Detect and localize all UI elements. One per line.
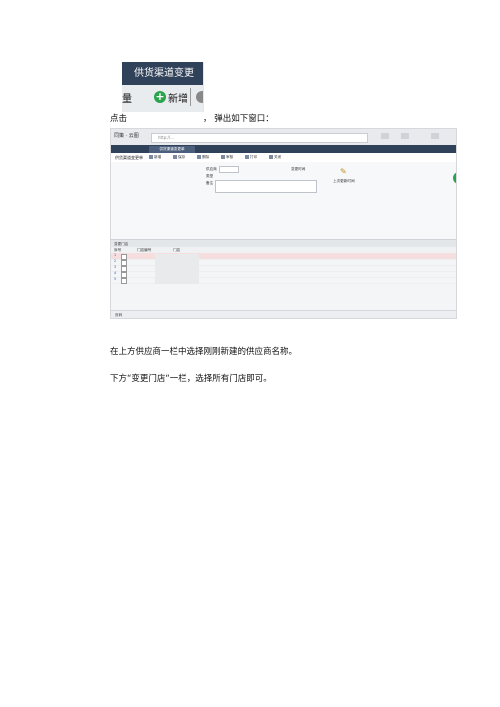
tool-add: 新增 [149, 155, 161, 160]
tool-delete: 删除 [197, 155, 209, 160]
crop-edge-char: 量 [122, 94, 132, 105]
form-area: 供应商 类型 备注 变更时间 ✎ 上次更新时间 [111, 162, 456, 239]
add-plus-icon[interactable]: + [154, 91, 166, 103]
browser-icon [401, 133, 409, 139]
row-number: 1 [114, 253, 117, 257]
page-title: 供货渠道变更单 [115, 155, 143, 160]
tool-close: 关闭 [269, 155, 281, 160]
toolbar-crop-image: 供货渠道变更单 量 + 新增 [122, 62, 204, 112]
grid-cell-block [155, 254, 199, 284]
instruction-click-suffix: ， 弹出如下窗口： [203, 114, 274, 124]
app-tab: 供货渠道变更单 [149, 146, 195, 153]
tool-audit: 审核 [221, 155, 233, 160]
crop-toolbar: 量 + 新增 [122, 85, 203, 112]
tool-save: 保存 [173, 155, 185, 160]
row-checkbox [121, 278, 127, 284]
browser-icon [431, 133, 439, 139]
change-time-label: 变更时间 [291, 167, 306, 171]
url-text: http://... [158, 135, 175, 140]
remark-label: 备注 [206, 181, 214, 185]
browser-brand: 同策 · 云图 [114, 133, 139, 139]
window-screenshot: 同策 · 云图 http://... 供货渠道变更单 供货渠道变更单 新增 保存… [110, 128, 457, 319]
app-tabs: 供货渠道变更单 [111, 145, 456, 153]
remark-input [215, 180, 317, 193]
green-ball-icon [453, 172, 456, 184]
type-label: 类型 [206, 174, 214, 178]
pencil-icon: ✎ [340, 167, 347, 176]
next-tool-icon [196, 91, 203, 103]
instruction-click-prefix: 点击 [110, 114, 128, 124]
status-bar: 页码 [111, 310, 456, 318]
supplier-input [219, 166, 239, 173]
add-button-label[interactable]: 新增 [168, 90, 188, 105]
row-number: 3 [114, 265, 117, 269]
icon-caption: 上次更新时间 [333, 179, 355, 183]
browser-icon [381, 133, 389, 139]
supplier-label: 供应商 [206, 167, 217, 171]
row-number: 4 [114, 271, 117, 275]
instruction-line-2: 在上方供应商一栏中选择刚刚新建的供应商名称。 [110, 347, 298, 357]
status-text: 页码 [115, 313, 123, 317]
browser-bar: 同策 · 云图 http://... [111, 129, 456, 145]
row-number: 5 [114, 277, 117, 281]
instruction-line-3: 下方“变更门店“一栏，选择所有门店即可。 [110, 374, 272, 384]
address-bar: http://... [151, 133, 368, 143]
row-number: 2 [114, 259, 117, 263]
crop-tab-label: 供货渠道变更单 [122, 62, 203, 102]
tool-print: 打印 [245, 155, 257, 160]
toolbar-separator [190, 88, 191, 106]
